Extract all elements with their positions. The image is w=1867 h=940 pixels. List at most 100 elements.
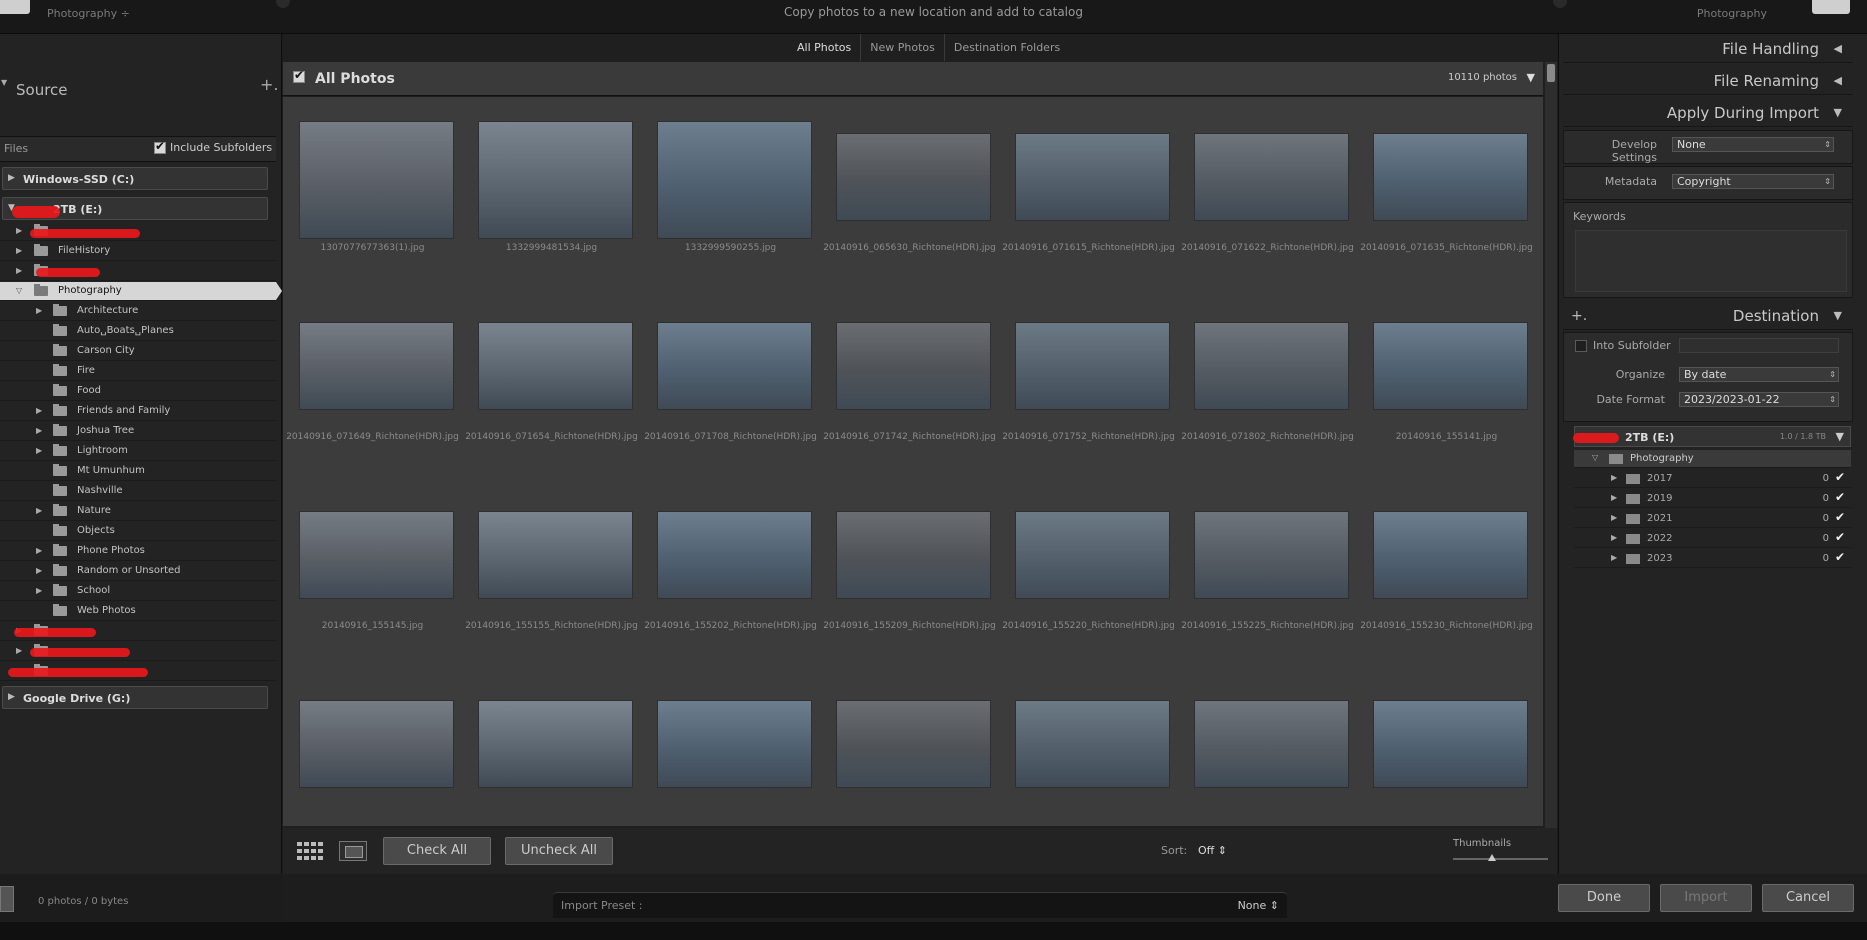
import-preset-select[interactable]: None ⇕: [1238, 899, 1279, 912]
photo-thumbnail[interactable]: [657, 511, 812, 599]
photo-thumbnail[interactable]: [478, 511, 633, 599]
photo-cell[interactable]: 20140916_071622_Richtone(HDR).jpg: [1178, 97, 1357, 286]
file-handling-header[interactable]: File Handling ◀: [1563, 35, 1853, 63]
photo-thumbnail[interactable]: [1194, 511, 1349, 599]
panel-toggle-button[interactable]: [0, 886, 14, 912]
photo-thumbnail[interactable]: [299, 700, 454, 788]
into-subfolder-checkbox[interactable]: Into Subfolder: [1575, 339, 1671, 352]
scrollbar-thumb[interactable]: [1547, 64, 1555, 82]
tab-new-photos[interactable]: New Photos: [860, 34, 944, 61]
photo-cell[interactable]: 1332999590255.jpg: [641, 97, 820, 286]
collapse-icon[interactable]: ▼: [1836, 430, 1844, 443]
folder-friends-and-family[interactable]: ▶ Friends and Family: [0, 402, 276, 421]
collapse-icon[interactable]: ▼: [1834, 99, 1842, 127]
folder-joshua-tree[interactable]: ▶ Joshua Tree: [0, 422, 276, 441]
check-all-button[interactable]: Check All: [383, 837, 491, 865]
photo-thumbnail[interactable]: [836, 700, 991, 788]
photo-cell[interactable]: 20140916_155225_Richtone(HDR).jpg: [1178, 475, 1357, 664]
dest-folder-photography[interactable]: ▽ Photography: [1574, 450, 1851, 468]
date-format-select[interactable]: 2023/2023-01-22 ⇕: [1679, 392, 1839, 407]
folder-school[interactable]: ▶ School: [0, 582, 276, 601]
photo-cell[interactable]: [1357, 664, 1536, 826]
photo-cell[interactable]: 20140916_071802_Richtone(HDR).jpg: [1178, 286, 1357, 475]
photo-thumbnail[interactable]: [1373, 322, 1528, 410]
check-icon[interactable]: ✔: [1835, 490, 1845, 504]
file-renaming-header[interactable]: File Renaming ◀: [1563, 67, 1853, 95]
source-collapse-icon[interactable]: ▼: [1, 78, 7, 87]
photo-thumbnail[interactable]: [478, 322, 633, 410]
expand-left-icon[interactable]: ◀: [1834, 35, 1842, 63]
photo-thumbnail[interactable]: [478, 121, 633, 239]
folder-filehistory[interactable]: ▶ FileHistory: [0, 242, 276, 261]
grid-scrollbar[interactable]: [1545, 62, 1557, 828]
photo-thumbnail[interactable]: [1373, 133, 1528, 221]
folder-random-or-unsorted[interactable]: ▶ Random or Unsorted: [0, 562, 276, 581]
volume-google-drive[interactable]: ▶ Google Drive (G:): [2, 686, 268, 709]
photo-cell[interactable]: 20140916_155145.jpg: [283, 475, 462, 664]
folder-nature[interactable]: ▶ Nature: [0, 502, 276, 521]
check-icon[interactable]: ✔: [1835, 550, 1845, 564]
import-preset-bar[interactable]: Import Preset : None ⇕: [553, 892, 1287, 918]
photo-cell[interactable]: 1307077677363(1).jpg: [283, 97, 462, 286]
photo-cell[interactable]: [641, 664, 820, 826]
all-photos-checkbox[interactable]: [293, 68, 305, 83]
photo-cell[interactable]: 20140916_071649_Richtone(HDR).jpg: [283, 286, 462, 475]
photo-thumbnail[interactable]: [836, 322, 991, 410]
folder-architecture[interactable]: ▶ Architecture: [0, 302, 276, 321]
include-subfolders-checkbox[interactable]: Include Subfolders: [154, 139, 272, 154]
photo-cell[interactable]: [1178, 664, 1357, 826]
dest-folder-2023[interactable]: ▶ 2023 0 ✔: [1574, 550, 1851, 568]
photo-thumbnail[interactable]: [1194, 700, 1349, 788]
add-source-button[interactable]: +.: [260, 75, 279, 94]
tab-destination-folders[interactable]: Destination Folders: [943, 34, 1069, 61]
photo-thumbnail[interactable]: [299, 121, 454, 239]
photo-cell[interactable]: 20140916_071615_Richtone(HDR).jpg: [999, 97, 1178, 286]
organize-select[interactable]: By date ⇕: [1679, 367, 1839, 382]
collapse-icon[interactable]: ▼: [1834, 302, 1842, 330]
photo-cell[interactable]: 1332999481534.jpg: [462, 97, 641, 286]
folder-nashville[interactable]: Nashville: [0, 482, 276, 501]
expand-icon[interactable]: ▶: [8, 173, 15, 183]
photo-thumbnail[interactable]: [836, 133, 991, 221]
folder-fire[interactable]: Fire: [0, 362, 276, 381]
folder-objects[interactable]: Objects: [0, 522, 276, 541]
photo-thumbnail[interactable]: [657, 322, 812, 410]
photo-thumbnail[interactable]: [657, 121, 812, 239]
import-button[interactable]: Import: [1660, 884, 1752, 912]
folder-web-photos[interactable]: Web Photos: [0, 602, 276, 621]
photo-cell[interactable]: [999, 664, 1178, 826]
add-destination-button[interactable]: +.: [1571, 302, 1587, 330]
photo-cell[interactable]: 20140916_071752_Richtone(HDR).jpg: [999, 286, 1178, 475]
folder-photography[interactable]: ▽ Photography: [0, 282, 282, 301]
photo-thumbnail[interactable]: [299, 511, 454, 599]
photo-thumbnail[interactable]: [1194, 322, 1349, 410]
check-icon[interactable]: ✔: [1835, 530, 1845, 544]
tab-all-photos[interactable]: All Photos: [788, 34, 860, 61]
volume-windows[interactable]: ▶ Windows-SSD (C:): [2, 167, 268, 190]
check-icon[interactable]: ✔: [1835, 510, 1845, 524]
folder-auto-boats-planes[interactable]: Auto␣Boats␣Planes: [0, 322, 276, 341]
uncheck-all-button[interactable]: Uncheck All: [505, 837, 613, 865]
photo-thumbnail[interactable]: [836, 511, 991, 599]
photo-thumbnail[interactable]: [1015, 700, 1170, 788]
thumbnail-size-slider[interactable]: [1453, 854, 1548, 861]
source-title[interactable]: Source: [16, 81, 68, 99]
dest-folder-2019[interactable]: ▶ 2019 0 ✔: [1574, 490, 1851, 508]
cancel-button[interactable]: Cancel: [1762, 884, 1854, 912]
photo-cell[interactable]: 20140916_155141.jpg: [1357, 286, 1536, 475]
folder-carson-city[interactable]: Carson City: [0, 342, 276, 361]
dest-folder-2022[interactable]: ▶ 2022 0 ✔: [1574, 530, 1851, 548]
photo-cell[interactable]: [283, 664, 462, 826]
photo-cell[interactable]: 20140916_155209_Richtone(HDR).jpg: [820, 475, 999, 664]
photo-thumbnail[interactable]: [1373, 700, 1528, 788]
checkbox-icon[interactable]: [1575, 340, 1587, 352]
folder-lightroom[interactable]: ▶ Lightroom: [0, 442, 276, 461]
destination-subtitle[interactable]: Photography: [1697, 7, 1767, 20]
sort-select[interactable]: Off ⇕: [1198, 844, 1227, 857]
photo-cell[interactable]: 20140916_065630_Richtone(HDR).jpg: [820, 97, 999, 286]
photo-thumbnail[interactable]: [299, 322, 454, 410]
grid-view-icon[interactable]: [295, 841, 323, 861]
photo-cell[interactable]: 20140916_155155_Richtone(HDR).jpg: [462, 475, 641, 664]
folder-food[interactable]: Food: [0, 382, 276, 401]
grid-options-dropdown-icon[interactable]: ▼: [1527, 71, 1535, 84]
